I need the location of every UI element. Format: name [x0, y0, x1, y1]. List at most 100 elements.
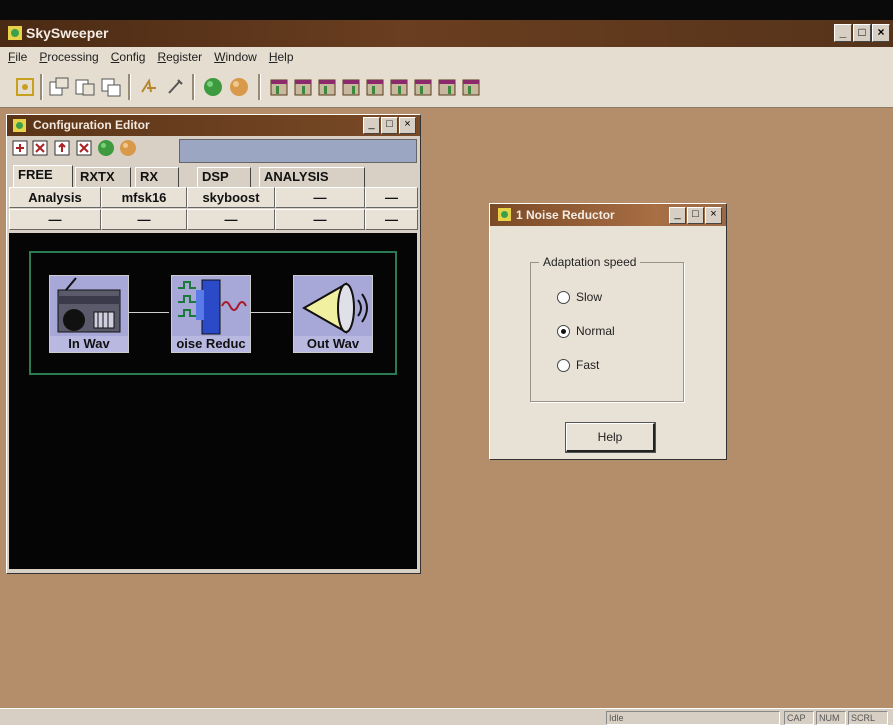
app-title: SkySweeper — [26, 25, 109, 41]
noise-reductor-title: 1 Noise Reductor — [516, 208, 615, 222]
radio-icon — [57, 277, 121, 333]
preset-grid: Analysis mfsk16 skyboost — — — — — — — — [9, 187, 418, 231]
radio-normal[interactable]: Normal — [557, 323, 615, 339]
config-close-button[interactable]: × — [399, 117, 416, 134]
configuration-editor-window: Configuration Editor _ □ × FREE RXTX RX … — [6, 114, 421, 574]
radio-fast[interactable]: Fast — [557, 357, 599, 373]
config-name-field[interactable] — [179, 139, 417, 163]
tab-rxtx[interactable]: RXTX — [75, 167, 131, 187]
config-maximize-button[interactable]: □ — [381, 117, 398, 134]
config-editor-icon — [13, 119, 26, 132]
insert-module-icon[interactable] — [53, 139, 71, 157]
dialog-close-button[interactable]: × — [705, 207, 722, 224]
module-out-wav[interactable]: Out Wav — [293, 275, 373, 353]
new-config-icon[interactable] — [14, 76, 36, 98]
module-label: Out Wav — [294, 336, 372, 352]
preset-empty[interactable]: — — [9, 209, 101, 230]
module-4-icon[interactable] — [340, 76, 362, 98]
run-green-icon[interactable] — [97, 139, 115, 157]
status-bar: Idle CAP NUM SCRL — [0, 708, 893, 725]
module-9-icon[interactable] — [460, 76, 482, 98]
delete-module-icon[interactable] — [75, 139, 93, 157]
module-label: oise Reduc — [172, 336, 250, 352]
module-noise-reductor[interactable]: oise Reduc — [171, 275, 251, 353]
minimize-button[interactable]: _ — [834, 24, 852, 42]
speaker-icon — [301, 282, 368, 334]
module-7-icon[interactable] — [412, 76, 434, 98]
radio-slow[interactable]: Slow — [557, 289, 602, 305]
config-minimize-button[interactable]: _ — [363, 117, 380, 134]
preset-empty[interactable]: — — [365, 187, 418, 208]
radio-label: Normal — [576, 324, 615, 338]
menu-window[interactable]: Window — [214, 50, 257, 64]
tab-analysis[interactable]: ANALYSIS — [259, 167, 365, 187]
preset-empty[interactable]: — — [101, 209, 187, 230]
module-1-icon[interactable] — [268, 76, 290, 98]
tune-icon[interactable] — [138, 76, 160, 98]
preset-empty[interactable]: — — [275, 187, 365, 208]
menu-processing[interactable]: Processing — [39, 50, 98, 64]
menu-bar: File Processing Config Register Window H… — [0, 47, 893, 67]
tab-dsp[interactable]: DSP — [197, 167, 251, 187]
menu-help[interactable]: Help — [269, 50, 294, 64]
configuration-editor-titlebar[interactable]: Configuration Editor _ □ × — [7, 115, 420, 136]
chain-link — [127, 312, 169, 313]
toolbar-separator — [128, 74, 131, 100]
preset-analysis[interactable]: Analysis — [9, 187, 101, 208]
open-icon[interactable] — [48, 76, 70, 98]
preset-skyboost[interactable]: skyboost — [187, 187, 275, 208]
help-button[interactable]: Help — [565, 422, 656, 453]
save-as-icon[interactable] — [100, 76, 122, 98]
main-toolbar — [0, 67, 893, 108]
preset-empty[interactable]: — — [275, 209, 365, 230]
radio-label: Slow — [576, 290, 603, 304]
radio-button — [557, 358, 570, 372]
toolbar-separator — [258, 74, 261, 100]
radio-button — [557, 290, 570, 304]
menu-register[interactable]: Register — [157, 50, 202, 64]
maximize-button[interactable]: □ — [853, 24, 871, 42]
module-5-icon[interactable] — [364, 76, 386, 98]
tab-free[interactable]: FREE — [13, 165, 73, 189]
green-globe-icon[interactable] — [202, 76, 224, 98]
module-6-icon[interactable] — [388, 76, 410, 98]
save-icon[interactable] — [74, 76, 96, 98]
processing-chain: In Wav oise Reduc Out Wav — [29, 251, 397, 375]
menu-file[interactable]: File — [8, 50, 27, 64]
orange-globe-icon[interactable] — [228, 76, 250, 98]
adaptation-speed-label: Adaptation speed — [539, 255, 641, 269]
close-button[interactable]: × — [872, 24, 890, 42]
radio-button-selected — [557, 324, 570, 338]
menu-config[interactable]: Config — [111, 50, 146, 64]
status-cap: CAP — [784, 711, 814, 725]
preset-mfsk16[interactable]: mfsk16 — [101, 187, 187, 208]
app-window: SkySweeper _ □ × File Processing Config … — [0, 20, 893, 725]
app-titlebar[interactable]: SkySweeper _ □ × — [0, 20, 893, 47]
preset-empty[interactable]: — — [187, 209, 275, 230]
remove-module-icon[interactable] — [31, 139, 49, 157]
module-3-icon[interactable] — [316, 76, 338, 98]
adaptation-speed-group: Adaptation speed Slow Normal Fast — [530, 255, 684, 402]
status-scrl: SCRL — [848, 711, 888, 725]
tab-rx[interactable]: RX — [135, 167, 179, 187]
add-module-icon[interactable] — [11, 139, 29, 157]
tool-icon[interactable] — [164, 76, 186, 98]
stop-orange-icon[interactable] — [119, 139, 137, 157]
preset-empty[interactable]: — — [365, 209, 418, 230]
module-2-icon[interactable] — [292, 76, 314, 98]
module-8-icon[interactable] — [436, 76, 458, 98]
toolbar-separator — [40, 74, 43, 100]
chain-link — [249, 312, 291, 313]
module-in-wav[interactable]: In Wav — [49, 275, 129, 353]
radio-label: Fast — [576, 358, 600, 372]
noise-reductor-titlebar[interactable]: 1 Noise Reductor _ □ × — [490, 204, 726, 226]
noise-reductor-icon — [498, 208, 511, 221]
toolbar-separator — [192, 74, 195, 100]
config-tabs: FREE RXTX RX DSP ANALYSIS — [9, 165, 418, 189]
module-canvas[interactable]: In Wav oise Reduc Out Wav — [9, 233, 417, 569]
dialog-maximize-button[interactable]: □ — [687, 207, 704, 224]
top-dark-band — [0, 0, 893, 20]
status-num: NUM — [816, 711, 846, 725]
app-icon — [8, 26, 22, 40]
dialog-minimize-button[interactable]: _ — [669, 207, 686, 224]
